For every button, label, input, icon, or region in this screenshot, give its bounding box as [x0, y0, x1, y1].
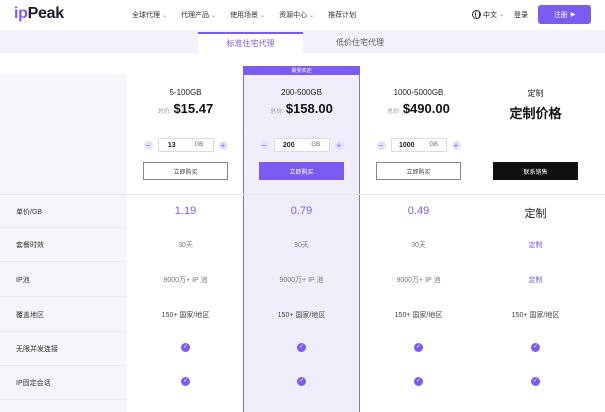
cell-unit-price: 0.79	[290, 205, 313, 217]
row-label-unlimited-concurrency: 无限并发连接	[16, 346, 58, 353]
arrow-right-icon: ▶	[570, 12, 576, 18]
check-icon: ✓	[181, 377, 190, 386]
logo[interactable]: ipPeak	[14, 5, 64, 23]
check-icon: ✓	[181, 343, 190, 352]
cell-duration: 30天	[411, 242, 426, 249]
nav-right: 中文 ⌄ 登录 注册 ▶	[471, 5, 591, 24]
highlight-column	[243, 66, 360, 412]
plan-price: 定制价格	[509, 106, 562, 121]
price-label: 总价:	[387, 109, 401, 115]
buy-button[interactable]: 立即购买	[143, 162, 228, 180]
check-icon: ✓	[414, 343, 423, 352]
row-label-coverage: 覆盖地区	[16, 312, 44, 319]
cell-coverage: 150+ 国家/地区	[394, 312, 443, 319]
decrease-button[interactable]: −	[143, 140, 153, 150]
decrease-button[interactable]: −	[259, 140, 269, 150]
quantity-stepper: − 200 GB +	[243, 138, 360, 152]
tab-standard-residential[interactable]: 标准住宅代理	[198, 32, 303, 53]
cell-duration: 30天	[178, 242, 193, 249]
row-divider	[0, 227, 127, 228]
cell-duration: 定制	[528, 242, 543, 249]
row-divider	[0, 331, 127, 332]
register-button[interactable]: 注册 ▶	[538, 5, 591, 24]
increase-button[interactable]: +	[218, 140, 228, 150]
price-label: 总价:	[157, 109, 172, 115]
cell-ip-pool: 定制	[528, 277, 543, 284]
row-divider	[0, 365, 127, 366]
popular-badge: 最受欢迎	[243, 66, 360, 75]
cell-coverage: 150+ 国家/地区	[277, 312, 326, 319]
buy-button[interactable]: 立即购买	[259, 162, 344, 180]
check-icon: ✓	[531, 377, 540, 386]
cell-ip-pool: 9000万+ IP 池	[163, 277, 208, 284]
chevron-down-icon: ⌄	[162, 12, 168, 19]
plan-range: 定制	[527, 89, 544, 98]
menu-item-proxy-products[interactable]: 代理产品 ⌄	[181, 10, 216, 20]
row-divider	[0, 296, 127, 297]
tab-budget-residential[interactable]: 低价住宅代理	[310, 32, 410, 53]
plan-header: 1000-5000GB 总价: $490.00	[360, 88, 477, 116]
cell-unit-price: 定制	[524, 208, 547, 220]
contact-sales-button[interactable]: 联系销售	[493, 162, 578, 180]
cell-ip-pool: 9000万+ IP 池	[396, 277, 441, 284]
plan-range: 200-500GB	[281, 88, 322, 97]
plan-range: 5-100GB	[169, 88, 202, 97]
menu-item-use-cases[interactable]: 使用场景 ⌄	[230, 10, 265, 20]
buy-button[interactable]: 立即购买	[376, 162, 461, 180]
cell-duration: 30天	[294, 242, 309, 249]
quantity-input[interactable]: 1000 GB	[390, 138, 447, 152]
menu-item-resources[interactable]: 资源中心 ⌄	[279, 10, 314, 20]
row-divider	[0, 399, 127, 400]
quantity-stepper: − 1000 GB +	[360, 138, 477, 152]
chevron-down-icon: ⌄	[260, 12, 266, 19]
quantity-input[interactable]: 200 GB	[273, 138, 330, 152]
main-menu: 全球代理 ⌄ 代理产品 ⌄ 使用场景 ⌄ 资源中心 ⌄ 推荐计划	[132, 10, 356, 20]
chevron-down-icon: ⌄	[211, 12, 217, 19]
check-icon: ✓	[531, 343, 540, 352]
cell-ip-pool: 9000万+ IP 池	[279, 277, 324, 284]
plan-range: 1000-5000GB	[393, 88, 444, 97]
chevron-down-icon: ⌄	[498, 12, 504, 18]
plan-price: $15.47	[173, 101, 214, 116]
row-label-ip-pool: IP池	[16, 277, 30, 284]
quantity-stepper: − 13 GB +	[127, 138, 244, 152]
price-label: 总价:	[270, 109, 284, 115]
cell-coverage: 150+ 国家/地区	[161, 312, 210, 319]
cell-coverage: 150+ 国家/地区	[511, 312, 560, 319]
chevron-down-icon: ⌄	[309, 12, 315, 19]
plan-header: 200-500GB 总价: $158.00	[243, 88, 360, 116]
plan-header: 定制 定制价格	[477, 88, 594, 122]
menu-item-global-proxy[interactable]: 全球代理 ⌄	[132, 10, 167, 20]
globe-icon	[471, 10, 481, 19]
check-icon: ✓	[297, 343, 306, 352]
cell-unit-price: 1.19	[174, 205, 197, 217]
login-link[interactable]: 登录	[514, 10, 528, 20]
plan-price: $490.00	[402, 101, 450, 116]
decrease-button[interactable]: −	[376, 140, 386, 150]
cell-unit-price: 0.49	[407, 205, 430, 217]
plan-header: 5-100GB 总价: $15.47	[127, 88, 244, 116]
language-selector[interactable]: 中文 ⌄	[471, 10, 504, 20]
top-nav: ipPeak 全球代理 ⌄ 代理产品 ⌄ 使用场景 ⌄ 资源中心 ⌄ 推荐计划 中文 ⌄ …	[0, 0, 605, 30]
increase-button[interactable]: +	[334, 140, 344, 150]
product-tabs: 标准住宅代理 低价住宅代理	[0, 30, 605, 53]
check-icon: ✓	[414, 377, 423, 386]
row-divider	[0, 261, 127, 262]
row-label-unit-price: 单价/GB	[16, 209, 43, 216]
row-divider	[0, 194, 605, 195]
check-icon: ✓	[297, 377, 306, 386]
menu-item-referral[interactable]: 推荐计划	[328, 10, 356, 20]
plan-price: $158.00	[285, 101, 333, 116]
quantity-input[interactable]: 13 GB	[157, 138, 214, 152]
row-label-duration: 套餐时效	[16, 242, 44, 249]
row-label-sticky-session: IP固定会话	[16, 380, 51, 387]
increase-button[interactable]: +	[451, 140, 461, 150]
